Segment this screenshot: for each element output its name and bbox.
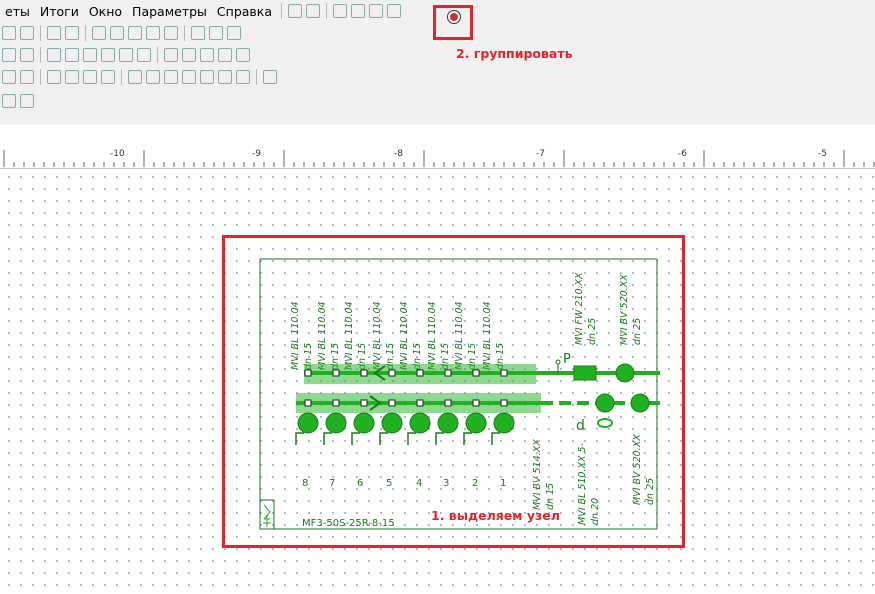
selection-highlight-box: [222, 235, 685, 548]
select-annotation: 1. выделяем узел: [431, 508, 560, 523]
group-annotation: 2. группировать: [456, 46, 573, 61]
group-highlight-box: [433, 5, 473, 40]
